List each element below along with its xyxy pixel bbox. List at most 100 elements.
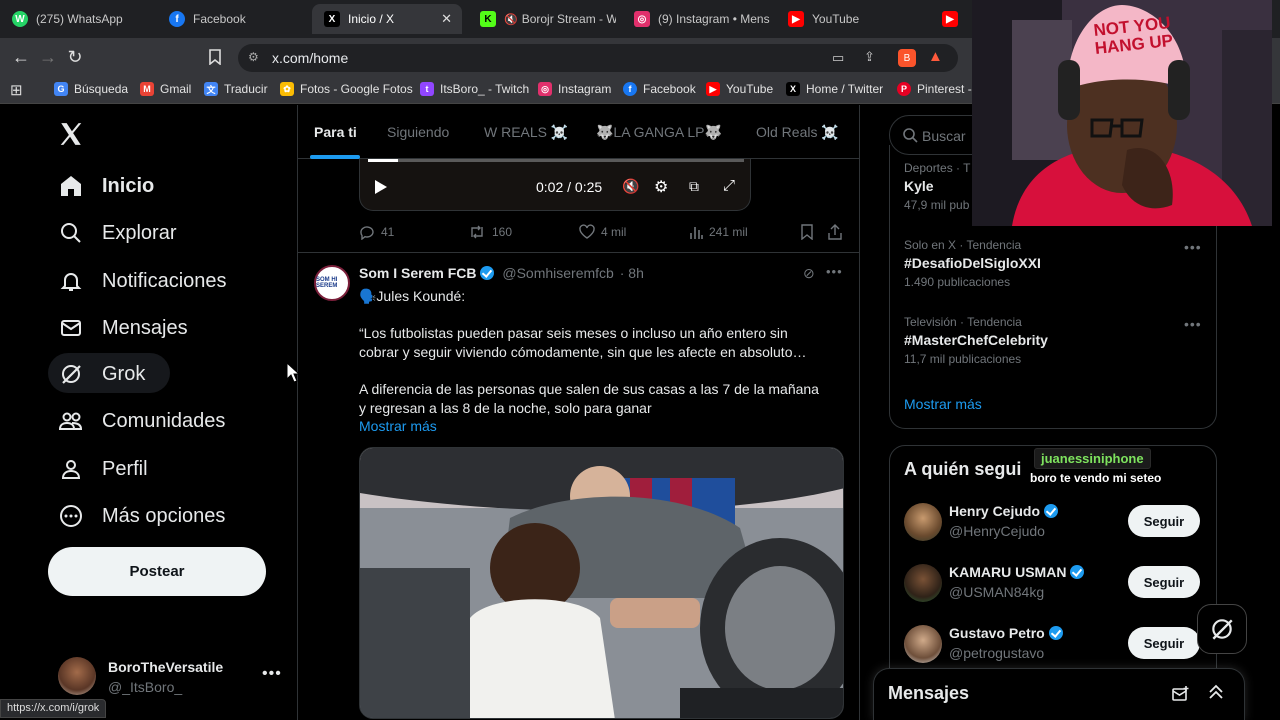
play-icon[interactable] xyxy=(372,179,388,200)
bookmark-google-fotos[interactable]: ✿ Fotos - Google Fotos xyxy=(280,82,413,96)
grok-floating-button[interactable] xyxy=(1197,604,1247,654)
tab-inicio-x[interactable]: X Inicio / X ✕ xyxy=(312,4,462,34)
sidebar-item-notificaciones[interactable]: Notificaciones xyxy=(58,261,227,301)
tab-para-ti[interactable]: Para ti xyxy=(314,124,357,140)
sidebar-item-inicio[interactable]: Inicio xyxy=(58,166,154,206)
bookmark-busqueda[interactable]: G Búsqueda xyxy=(54,82,128,96)
sidebar-item-label: Mensajes xyxy=(102,316,188,339)
bookmark-home-twitter[interactable]: X Home / Twitter xyxy=(786,82,883,96)
new-message-icon[interactable] xyxy=(1172,685,1190,708)
omnibox[interactable]: ⚙ x.com/home ▭ ⇪ B ▲ xyxy=(238,44,958,72)
bookmark-label: Pinterest - I xyxy=(917,82,979,96)
mail-icon xyxy=(58,315,84,341)
tab-facebook[interactable]: f Facebook xyxy=(157,4,307,34)
trend-item[interactable]: Televisión · Tendencia #MasterChefCelebr… xyxy=(904,315,1204,366)
tweet-header: Som I Serem FCB @Somhiseremfcb · 8h xyxy=(359,265,644,281)
sidebar-item-explorar[interactable]: Explorar xyxy=(58,213,176,253)
follow-button[interactable]: Seguir xyxy=(1128,505,1200,537)
video-player[interactable]: 0:02 / 0:25 🔇 ⚙ ⧉ ⤢ xyxy=(359,157,751,211)
bookmark-label: ItsBoro_ - Twitch xyxy=(440,82,530,96)
reload-icon[interactable]: ↻ xyxy=(64,46,86,68)
sidebar-item-mensajes[interactable]: Mensajes xyxy=(58,308,188,348)
forward-arrow-icon[interactable]: → xyxy=(37,46,59,68)
avatar[interactable] xyxy=(904,503,942,541)
mute-icon[interactable]: 🔇 xyxy=(622,178,639,195)
more-dots-icon[interactable]: ••• xyxy=(826,264,843,279)
bookmark-tweet-icon[interactable] xyxy=(800,224,820,240)
tab-youtube[interactable]: ▶ YouTube xyxy=(776,4,926,34)
trend-item[interactable]: Solo en X · Tendencia #DesafioDelSigloXX… xyxy=(904,238,1204,289)
settings-gear-icon[interactable]: ⚙ xyxy=(654,177,668,197)
grok-icon[interactable]: ⊘ xyxy=(803,265,815,282)
fullscreen-icon[interactable]: ⤢ xyxy=(723,177,735,194)
sidebar-item-mas-opciones[interactable]: Más opciones xyxy=(58,496,225,536)
video-time: 0:02 / 0:25 xyxy=(536,179,603,195)
show-more-trends-link[interactable]: Mostrar más xyxy=(904,396,982,412)
sidebar-item-perfil[interactable]: Perfil xyxy=(58,449,148,489)
trend-category: Televisión · Tendencia xyxy=(904,315,1022,329)
tab-old-reals[interactable]: Old Reals ☠️ xyxy=(756,124,839,141)
author-name[interactable]: Som I Serem FCB xyxy=(359,265,476,281)
avatar[interactable]: SOM HI SEREM xyxy=(314,265,350,301)
tab-youtube-playing[interactable]: ▶ xyxy=(930,4,972,34)
show-more-link[interactable]: Mostrar más xyxy=(359,417,829,436)
tab-siguiendo[interactable]: Siguiendo xyxy=(387,124,449,140)
share-icon[interactable]: ⇪ xyxy=(864,49,875,65)
brave-rewards-icon[interactable]: ▲ xyxy=(928,48,943,65)
author-handle[interactable]: @Somhiseremfcb xyxy=(502,265,613,281)
cast-icon[interactable]: ▭ xyxy=(832,50,844,66)
bookmark-instagram[interactable]: ◎ Instagram xyxy=(538,82,611,96)
close-tab-icon[interactable]: ✕ xyxy=(441,11,452,27)
post-button[interactable]: Postear xyxy=(48,547,266,596)
tweet-media-image[interactable] xyxy=(359,447,844,719)
x-logo-icon[interactable] xyxy=(58,121,84,152)
picture-in-picture-icon[interactable]: ⧉ xyxy=(689,178,699,195)
account-switcher[interactable]: BoroTheVersatile @_ItsBoro_ ••• xyxy=(58,657,288,697)
bookmark-label: Home / Twitter xyxy=(806,82,884,96)
sidebar-item-label: Inicio xyxy=(102,174,155,197)
tab-label: (275) WhatsApp xyxy=(36,12,123,26)
more-dots-icon[interactable]: ••• xyxy=(262,665,282,683)
apps-grid-icon[interactable]: ⊞ xyxy=(10,81,23,99)
chevron-up-icon[interactable] xyxy=(1207,683,1225,706)
tab-w-reals[interactable]: W REALS ☠️ xyxy=(484,124,568,141)
views-button[interactable]: 241 mil xyxy=(689,224,748,240)
tab-whatsapp[interactable]: W (275) WhatsApp xyxy=(0,4,152,34)
bookmark-gmail[interactable]: M Gmail xyxy=(140,82,191,96)
avatar[interactable] xyxy=(904,625,942,663)
grok-icon xyxy=(58,361,84,387)
tweet-time[interactable]: · 8h xyxy=(620,265,644,281)
tab-instagram[interactable]: ◎ (9) Instagram • Mens xyxy=(622,4,774,34)
sidebar-item-comunidades[interactable]: Comunidades xyxy=(58,401,225,441)
reply-button[interactable]: 41 xyxy=(359,224,394,240)
bookmark-traducir[interactable]: 文 Traducir xyxy=(204,82,268,96)
bookmark-facebook[interactable]: f Facebook xyxy=(623,82,696,96)
bookmark-twitch[interactable]: t ItsBoro_ - Twitch xyxy=(420,82,529,96)
repost-button[interactable]: 160 xyxy=(468,224,512,240)
bookmark-icon[interactable] xyxy=(204,46,226,68)
messages-drawer[interactable]: Mensajes xyxy=(873,668,1245,720)
bookmark-label: Facebook xyxy=(643,82,696,96)
follow-button[interactable]: Seguir xyxy=(1128,566,1200,598)
instagram-icon: ◎ xyxy=(634,11,650,27)
follow-button[interactable]: Seguir xyxy=(1128,627,1200,659)
bookmark-youtube[interactable]: ▶ YouTube xyxy=(706,82,773,96)
sidebar-item-grok[interactable]: Grok xyxy=(58,354,145,394)
like-button[interactable]: 4 mil xyxy=(579,224,626,240)
bookmark-label: YouTube xyxy=(726,82,774,96)
video-progress-track[interactable] xyxy=(368,159,744,162)
tab-la-ganga-lp[interactable]: 🐺LA GANGA LP🐺 xyxy=(596,124,722,141)
suggestion-name: Gustavo Petro xyxy=(949,625,1063,641)
tab-kick-stream[interactable]: K 🔇 Borojr Stream - W xyxy=(468,4,616,34)
tab-label: (9) Instagram • Mens xyxy=(658,12,770,26)
brave-shield-icon[interactable]: B xyxy=(898,49,916,67)
chat-username: juanessiniphone xyxy=(1034,448,1151,469)
site-info-icon[interactable]: ⚙ xyxy=(248,50,259,64)
back-arrow-icon[interactable]: ← xyxy=(10,46,32,68)
avatar[interactable] xyxy=(904,564,942,602)
more-dots-icon[interactable]: ••• xyxy=(1184,316,1202,332)
like-count: 4 mil xyxy=(601,225,627,239)
more-dots-icon[interactable]: ••• xyxy=(1184,239,1202,255)
share-tweet-icon[interactable] xyxy=(828,224,848,240)
bookmark-pinterest[interactable]: P Pinterest - I xyxy=(897,82,978,96)
